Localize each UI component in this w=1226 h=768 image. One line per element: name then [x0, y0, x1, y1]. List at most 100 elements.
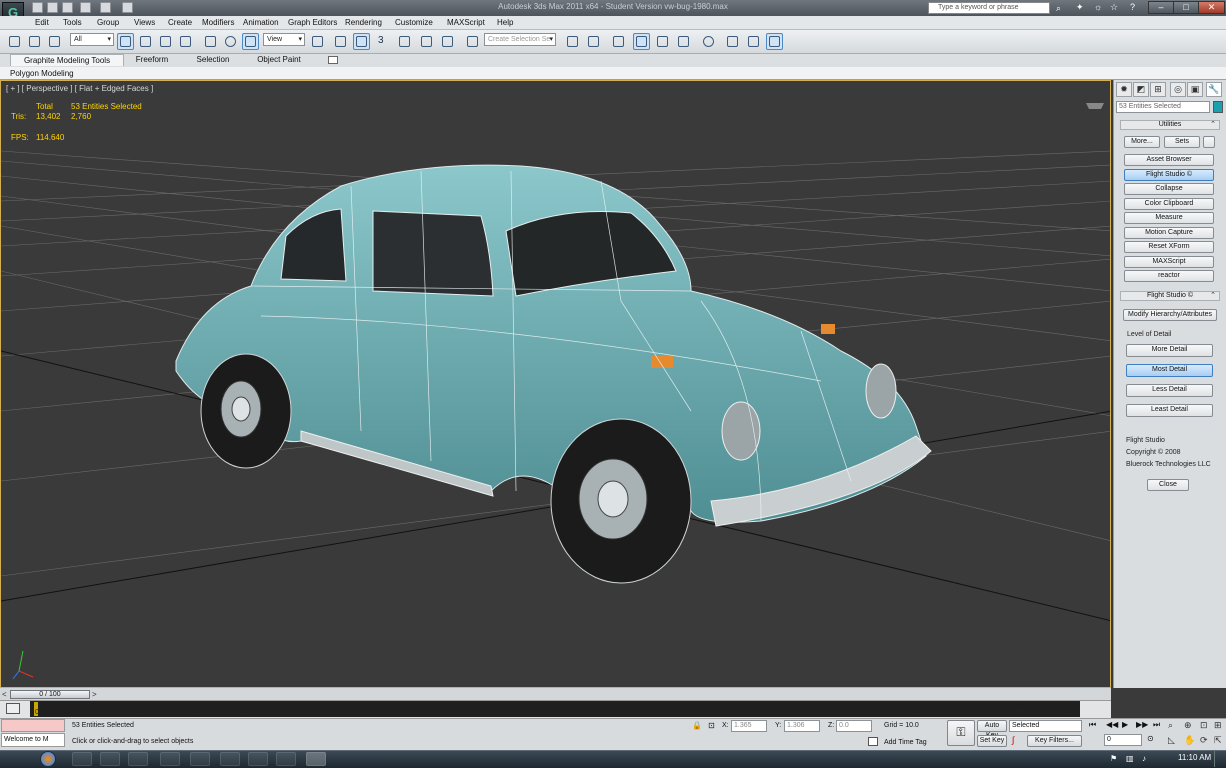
rendered-frame-window-icon[interactable]: [745, 33, 762, 50]
time-slider[interactable]: 0 / 100: [10, 690, 90, 699]
lock-selection-icon[interactable]: 🔒: [692, 721, 702, 730]
flight-studio-rollout-header[interactable]: Flight Studio ©: [1120, 291, 1220, 301]
hierarchy-panel-tab[interactable]: ⊞: [1150, 82, 1166, 97]
spinner-snap-icon[interactable]: [439, 33, 456, 50]
project-folder-icon[interactable]: [122, 2, 133, 13]
menu-animation[interactable]: Animation: [240, 17, 282, 29]
angle-snap-icon[interactable]: [396, 33, 413, 50]
next-frame-icon[interactable]: ▶▶: [1136, 720, 1148, 729]
slider-prev-icon[interactable]: <: [2, 690, 7, 699]
percent-snap-icon[interactable]: [418, 33, 435, 50]
utilities-panel-tab[interactable]: 🔧: [1206, 82, 1222, 97]
save-file-icon[interactable]: [62, 2, 73, 13]
create-panel-tab[interactable]: ✹: [1116, 82, 1132, 97]
taskbar-project-icon[interactable]: [248, 752, 268, 766]
field-of-view-icon[interactable]: ◺: [1168, 735, 1175, 746]
viewport-label[interactable]: [ + ] [ Perspective ] [ Flat + Edged Fac…: [6, 84, 153, 93]
perspective-viewport[interactable]: [ + ] [ Perspective ] [ Flat + Edged Fac…: [0, 80, 1111, 688]
taskbar-clock[interactable]: 11:10 AM: [1178, 753, 1211, 762]
rotate-icon[interactable]: [222, 33, 239, 50]
more-detail-button[interactable]: More Detail: [1126, 344, 1213, 357]
utility-reactor[interactable]: reactor: [1124, 270, 1214, 282]
utility-color-clipboard[interactable]: Color Clipboard: [1124, 198, 1214, 210]
menu-modifiers[interactable]: Modifiers: [199, 17, 237, 29]
sets-button[interactable]: Sets: [1164, 136, 1200, 148]
menu-group[interactable]: Group: [94, 17, 122, 29]
menu-rendering[interactable]: Rendering: [342, 17, 385, 29]
open-file-icon[interactable]: [47, 2, 58, 13]
start-button-icon[interactable]: [40, 751, 56, 767]
add-time-tag[interactable]: Add Time Tag: [884, 739, 927, 746]
curve-editor-icon[interactable]: [654, 33, 671, 50]
taskbar-3dsmax-icon[interactable]: [306, 752, 326, 766]
undo-toolbar-icon[interactable]: [6, 33, 23, 50]
current-frame-field[interactable]: 0: [1104, 734, 1142, 746]
taskbar-explorer-icon[interactable]: [100, 752, 120, 766]
utility-asset-browser[interactable]: Asset Browser: [1124, 154, 1214, 166]
tray-flag-icon[interactable]: ⚑: [1110, 754, 1117, 763]
object-color-swatch[interactable]: [1213, 101, 1223, 113]
taskbar-steam-icon[interactable]: [190, 752, 210, 766]
utility-flight-studio[interactable]: Flight Studio ©: [1124, 169, 1214, 181]
taskbar-paint-icon[interactable]: [276, 752, 296, 766]
rectangular-selection-icon[interactable]: [157, 33, 174, 50]
select-manipulate-icon[interactable]: [332, 33, 349, 50]
graphite-toggle-icon[interactable]: [633, 33, 650, 50]
maxscript-listener-pink[interactable]: [1, 719, 65, 732]
utility-reset-xform[interactable]: Reset XForm: [1124, 241, 1214, 253]
play-icon[interactable]: ▶: [1122, 720, 1128, 729]
menu-create[interactable]: Create: [165, 17, 195, 29]
zoom-all-icon[interactable]: ⊕: [1184, 720, 1192, 731]
mirror-icon[interactable]: [564, 33, 581, 50]
ribbon-options-icon[interactable]: [328, 56, 338, 64]
pan-view-icon[interactable]: ✋: [1184, 735, 1195, 746]
selection-name-field[interactable]: 53 Entities Selected: [1116, 101, 1210, 113]
taskbar-app-icon[interactable]: [128, 752, 148, 766]
utilities-rollout-header[interactable]: Utilities: [1120, 120, 1220, 130]
menu-edit[interactable]: Edit: [32, 17, 52, 29]
taskbar-media-icon[interactable]: [160, 752, 180, 766]
show-desktop-button[interactable]: [1214, 751, 1225, 767]
named-selection-input[interactable]: Create Selection Se: [484, 33, 556, 46]
close-window-button[interactable]: ✕: [1198, 1, 1225, 14]
configure-button-sets-icon[interactable]: [1203, 136, 1215, 148]
minimize-button[interactable]: –: [1148, 1, 1174, 14]
move-icon[interactable]: [202, 33, 219, 50]
less-detail-button[interactable]: Less Detail: [1126, 384, 1213, 397]
utility-motion-capture[interactable]: Motion Capture: [1124, 227, 1214, 239]
search-input[interactable]: Type a keyword or phrase: [928, 2, 1050, 14]
set-key-button[interactable]: Set Key: [977, 735, 1007, 747]
layer-manager-icon[interactable]: [610, 33, 627, 50]
display-panel-tab[interactable]: ▣: [1187, 82, 1203, 97]
slider-next-icon[interactable]: >: [92, 690, 97, 699]
redo-icon[interactable]: [100, 2, 111, 13]
tab-graphite-modeling-tools[interactable]: Graphite Modeling Tools: [10, 54, 124, 66]
x-coordinate-field[interactable]: 1.365: [731, 720, 767, 732]
time-configuration-icon[interactable]: ⊙: [1147, 734, 1154, 743]
align-icon[interactable]: [585, 33, 602, 50]
orbit-icon[interactable]: ⟳: [1200, 735, 1208, 746]
new-file-icon[interactable]: [32, 2, 43, 13]
utility-measure[interactable]: Measure: [1124, 212, 1214, 224]
keyboard-shortcut-override-icon[interactable]: [353, 33, 370, 50]
select-by-name-icon[interactable]: [137, 33, 154, 50]
least-detail-button[interactable]: Least Detail: [1126, 404, 1213, 417]
favorites-icon[interactable]: ☆: [1110, 2, 1118, 13]
menu-help[interactable]: Help: [494, 17, 516, 29]
selection-filter-dropdown[interactable]: All: [70, 33, 114, 46]
close-button[interactable]: Close: [1147, 479, 1189, 491]
zoom-icon[interactable]: ⌕: [1168, 720, 1173, 731]
zoom-extents-icon[interactable]: ⊡: [1200, 720, 1208, 731]
auto-key-button[interactable]: Auto Key: [977, 720, 1007, 739]
select-and-link-icon[interactable]: [26, 33, 43, 50]
edit-named-selection-icon[interactable]: [464, 33, 481, 50]
material-editor-icon[interactable]: [700, 33, 717, 50]
subscription-icon[interactable]: ✦: [1076, 2, 1084, 13]
menu-tools[interactable]: Tools: [60, 17, 85, 29]
more-button[interactable]: More...: [1124, 136, 1160, 148]
key-filters-button[interactable]: Key Filters...: [1027, 735, 1082, 747]
menu-graph-editors[interactable]: Graph Editors: [285, 17, 340, 29]
communication-center-icon[interactable]: ☼: [1094, 2, 1102, 12]
schematic-view-icon[interactable]: [675, 33, 692, 50]
taskbar-ie-icon[interactable]: [72, 752, 92, 766]
